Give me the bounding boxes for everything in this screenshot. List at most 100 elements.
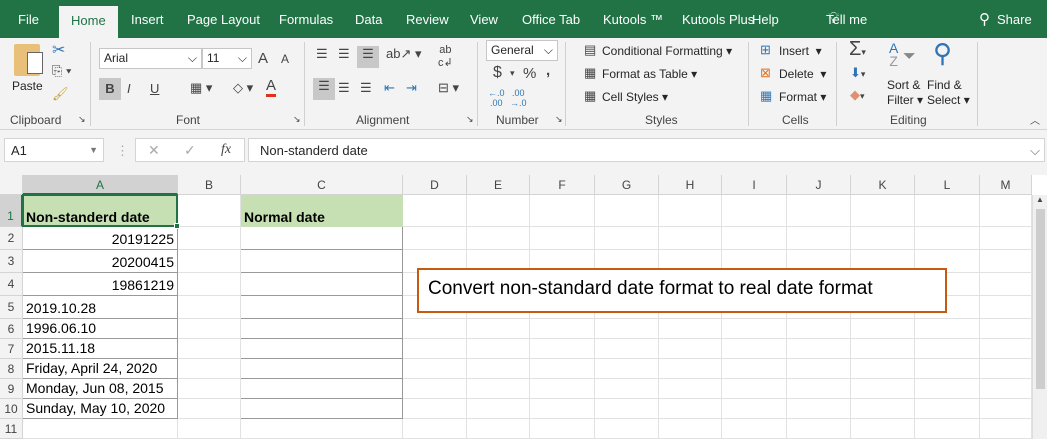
currency-button[interactable]: $ [493,64,502,82]
decrease-font-icon[interactable]: A [281,52,289,66]
paste-button[interactable]: Paste [12,79,43,93]
format-painter-icon[interactable]: 🖌︎ [52,86,69,102]
decrease-decimal-icon[interactable]: .00 →.0 [510,88,527,108]
italic-button[interactable]: I [127,81,131,96]
insert-function-button[interactable]: fx [221,142,231,158]
underline-button[interactable]: U [150,81,159,96]
dialog-launcher-icon[interactable]: ↘ [78,114,86,125]
cell-a9[interactable]: Monday, Jun 08, 2015 [23,379,178,399]
wrap-text-icon[interactable]: ab c↲ [438,44,453,69]
select-all-button[interactable] [0,175,23,195]
align-center-icon[interactable]: ☰ [338,80,350,96]
dialog-launcher-icon[interactable]: ↘ [466,114,474,125]
tab-help[interactable]: Help [752,12,779,27]
column-header-c[interactable]: C [241,175,403,195]
align-bottom-icon[interactable]: ☰ [357,46,379,68]
decrease-indent-icon[interactable]: ⇤ [384,80,395,96]
row-header-2[interactable]: 2 [0,227,23,250]
row-header-10[interactable]: 10 [0,399,23,419]
increase-indent-icon[interactable]: ⇥ [406,80,417,96]
header-cell-c[interactable]: Normal date [241,195,403,227]
row-header-6[interactable]: 6 [0,319,23,339]
fill-color-icon[interactable]: ◇ ▾ [233,80,253,96]
clear-icon[interactable]: ◆▾ [850,87,865,103]
cell-c10[interactable] [241,399,403,419]
text-box[interactable]: Convert non-standard date format to real… [417,268,947,313]
cell-a5[interactable]: 2019.10.28 [23,296,178,319]
row-header-1[interactable]: 1 [0,195,23,227]
bold-button[interactable]: B [99,78,121,100]
column-header-k[interactable]: K [851,175,915,195]
name-box[interactable]: A1 ▼ [4,138,104,162]
tab-file[interactable]: File [18,12,39,27]
find-select-button[interactable]: Find & Select ▾ [927,78,970,108]
column-header-b[interactable]: B [178,175,241,195]
column-header-i[interactable]: I [722,175,787,195]
increase-decimal-icon[interactable]: ←.0.00 [488,88,505,108]
row-header-9[interactable]: 9 [0,379,23,399]
cell-a10[interactable]: Sunday, May 10, 2020 [23,399,178,419]
cell-c2[interactable] [241,227,403,250]
column-header-d[interactable]: D [403,175,467,195]
scrollbar-thumb[interactable] [1036,209,1045,389]
enter-icon[interactable]: ✓ [184,142,196,159]
vertical-scrollbar[interactable]: ▲ [1032,195,1047,439]
font-size-select[interactable]: 11 ⌵ [202,48,252,69]
cut-icon[interactable]: ✂ [52,40,65,60]
expand-formula-icon[interactable]: ⌵ [1030,143,1040,159]
cell-a8[interactable]: Friday, April 24, 2020 [23,359,178,379]
align-left-icon[interactable]: ☰ [313,78,335,100]
column-header-h[interactable]: H [659,175,722,195]
dialog-launcher-icon[interactable]: ↘ [293,114,301,125]
align-right-icon[interactable]: ☰ [360,80,372,96]
delete-button[interactable]: Delete ▾ [779,67,826,81]
collapse-ribbon-icon[interactable]: ︿ [1030,112,1040,127]
dialog-launcher-icon[interactable]: ↘ [555,114,563,125]
row-header-11[interactable]: 11 [0,419,23,439]
formula-input[interactable]: Non-standerd date ⌵ [248,138,1045,162]
increase-font-icon[interactable]: A [258,50,268,67]
align-middle-icon[interactable]: ☰ [338,46,350,62]
tab-data[interactable]: Data [355,12,382,27]
font-name-select[interactable]: Arial ⌵ [99,48,202,69]
column-header-f[interactable]: F [530,175,595,195]
scroll-up-icon[interactable]: ▲ [1036,195,1044,204]
orientation-icon[interactable]: ab↗ ▾ [386,46,422,62]
chevron-down-icon[interactable]: ▾ [510,68,515,79]
tab-home[interactable]: Home [59,6,118,38]
tab-kutools[interactable]: Kutools ™ [603,12,663,27]
drag-handle-icon[interactable]: ⋮ [116,143,129,159]
fill-icon[interactable]: ⬇▾ [850,65,865,81]
percent-button[interactable]: % [523,65,536,82]
fill-handle[interactable] [174,223,180,229]
tab-office-tab[interactable]: Office Tab [522,12,580,27]
cell-a4[interactable]: 19861219 [23,273,178,296]
merge-center-icon[interactable]: ⊟ ▾ [438,80,459,96]
column-header-g[interactable]: G [595,175,659,195]
row-header-7[interactable]: 7 [0,339,23,359]
cell-c8[interactable] [241,359,403,379]
row-header-5[interactable]: 5 [0,296,23,319]
tab-formulas[interactable]: Formulas [279,12,333,27]
row-header-3[interactable]: 3 [0,250,23,273]
cell-c5[interactable] [241,296,403,319]
comma-button[interactable]: , [546,62,550,79]
sort-filter-button[interactable]: Sort & Filter ▾ [887,78,923,108]
row-header-4[interactable]: 4 [0,273,23,296]
share-button[interactable]: Share [997,12,1032,27]
cell-a2[interactable]: 20191225 [23,227,178,250]
column-header-e[interactable]: E [467,175,530,195]
cell-a3[interactable]: 20200415 [23,250,178,273]
cell-a6[interactable]: 1996.06.10 [23,319,178,339]
cell-c7[interactable] [241,339,403,359]
format-as-table-button[interactable]: Format as Table ▾ [602,67,697,81]
cell-c3[interactable] [241,250,403,273]
cell-c4[interactable] [241,273,403,296]
cell-styles-button[interactable]: Cell Styles ▾ [602,90,668,104]
cell-a7[interactable]: 2015.11.18 [23,339,178,359]
insert-button[interactable]: Insert ▾ [779,44,822,58]
copy-icon[interactable]: ⎘ ▾ [52,63,71,79]
tab-view[interactable]: View [470,12,498,27]
tab-page-layout[interactable]: Page Layout [187,12,260,27]
cancel-icon[interactable]: ✕ [148,142,160,159]
